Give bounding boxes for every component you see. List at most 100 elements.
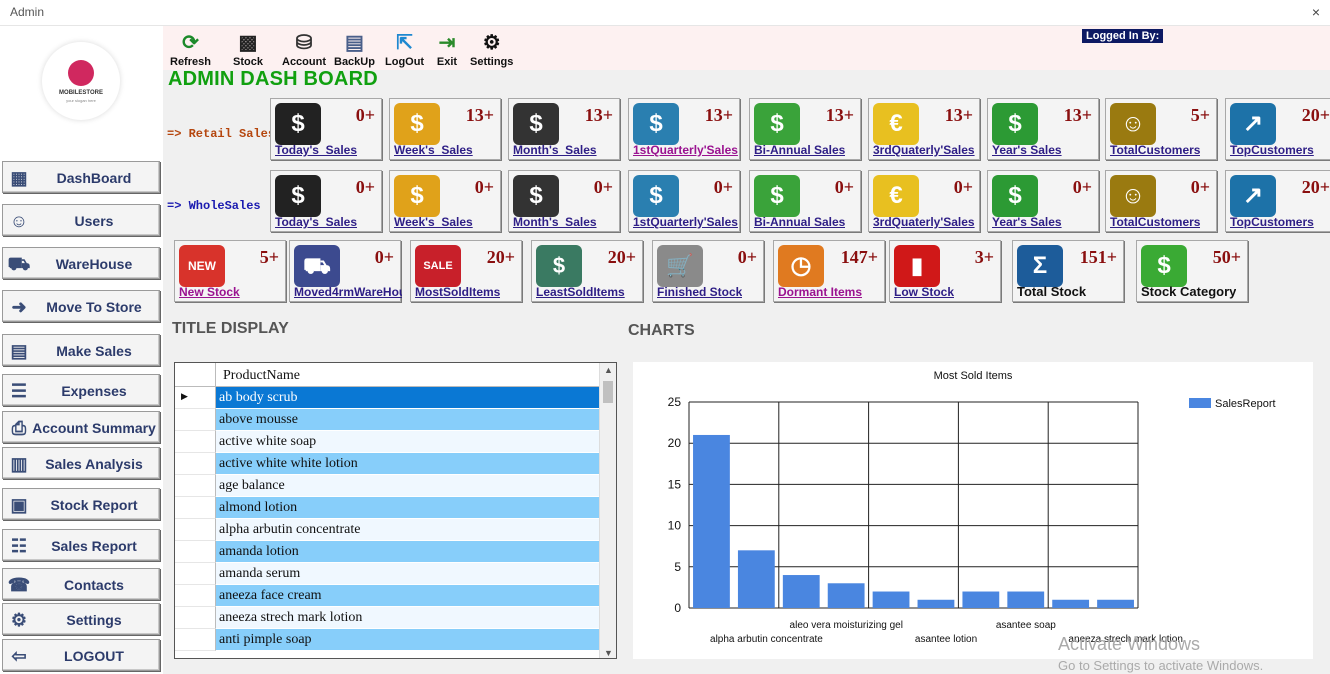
product-name-cell[interactable]: age balance (216, 475, 601, 497)
wholesale-week-s-sales-tile[interactable]: $0+ Week's_Sales (389, 170, 501, 232)
stock-stock-category-tile[interactable]: $50+ Stock Category (1136, 240, 1248, 302)
toolbar-logout-button[interactable]: ⇱ LogOut (385, 30, 424, 68)
table-row[interactable]: aneeza face cream (175, 585, 601, 607)
tile-label[interactable]: 3rdQuaterly'Sales (873, 215, 975, 229)
retail-bi-annual-sales-tile[interactable]: $13+ Bi-Annual Sales (749, 98, 861, 160)
wholesale-3rdquaterly-sales-tile[interactable]: €0+ 3rdQuaterly'Sales (868, 170, 980, 232)
product-name-cell[interactable]: aneeza strech mark lotion (216, 607, 601, 629)
wholesale-year-s-sales-tile[interactable]: $0+ Year's Sales (987, 170, 1099, 232)
row-header[interactable] (175, 431, 216, 453)
nav-make-sales-button[interactable]: ▤ Make Sales (2, 334, 160, 366)
tile-label[interactable]: Finished Stock (657, 285, 742, 299)
tile-label[interactable]: Dormant Items (778, 285, 862, 299)
table-row[interactable]: almond lotion (175, 497, 601, 519)
tile-label[interactable]: Year's Sales (992, 215, 1062, 229)
row-header[interactable] (175, 585, 216, 607)
tile-label[interactable]: TotalCustomers (1110, 215, 1200, 229)
close-icon[interactable]: × (1306, 2, 1326, 22)
tile-label[interactable]: Today's_Sales (275, 215, 357, 229)
row-header[interactable] (175, 497, 216, 519)
tile-label[interactable]: Week's_Sales (394, 215, 473, 229)
tile-label[interactable]: Month's_Sales (513, 143, 597, 157)
row-header[interactable] (175, 541, 216, 563)
product-grid[interactable]: ProductName ▶ ab body scrub above mousse ac… (174, 362, 617, 659)
product-name-cell[interactable]: amanda serum (216, 563, 601, 585)
toolbar-account-button[interactable]: ⛁ Account (282, 30, 326, 68)
table-row[interactable]: above mousse (175, 409, 601, 431)
row-header[interactable] (175, 453, 216, 475)
stock-dormant-items-tile[interactable]: ◷ 147+ Dormant Items (773, 240, 885, 302)
scroll-thumb[interactable] (603, 381, 613, 403)
table-row[interactable]: amanda serum (175, 563, 601, 585)
scroll-down-icon[interactable]: ▼ (604, 648, 613, 658)
nav-dashboard-button[interactable]: ▦ DashBoard (2, 161, 160, 193)
toolbar-exit-button[interactable]: ⇥ Exit (432, 30, 462, 68)
tile-label[interactable]: 3rdQuaterly'Sales (873, 143, 975, 157)
nav-expenses-button[interactable]: ☰ Expenses (2, 374, 160, 406)
tile-label[interactable]: Year's Sales (992, 143, 1062, 157)
row-header[interactable] (175, 607, 216, 629)
table-row[interactable]: anti pimple soap (175, 629, 601, 651)
row-header[interactable]: ▶ (175, 387, 216, 409)
wholesale-totalcustomers-tile[interactable]: ☺ 0+ TotalCustomers (1105, 170, 1217, 232)
table-row[interactable]: alpha arbutin concentrate (175, 519, 601, 541)
toolbar-settings-button[interactable]: ⚙ Settings (470, 30, 513, 68)
retail-today-s-sales-tile[interactable]: $0+ Today's_Sales (270, 98, 382, 160)
product-name-cell[interactable]: active white soap (216, 431, 601, 453)
row-header[interactable] (175, 629, 216, 651)
product-name-cell[interactable]: above mousse (216, 409, 601, 431)
stock-mostsolditems-tile[interactable]: SALE 20+ MostSoldItems (410, 240, 522, 302)
tile-label[interactable]: 1stQuarterly'Sales (633, 215, 738, 229)
nav-warehouse-button[interactable]: ⛟ WareHouse (2, 247, 160, 279)
product-name-cell[interactable]: ab body scrub (216, 387, 601, 409)
product-name-cell[interactable]: aneeza face cream (216, 585, 601, 607)
wholesale-topcustomers-tile[interactable]: ↗ 20+ TopCustomers (1225, 170, 1330, 232)
tile-label[interactable]: LeastSoldItems (536, 285, 625, 299)
product-name-cell[interactable]: alpha arbutin concentrate (216, 519, 601, 541)
row-header[interactable] (175, 563, 216, 585)
nav-stock-report-button[interactable]: ▣ Stock Report (2, 488, 160, 520)
tile-label[interactable]: TopCustomers (1230, 215, 1314, 229)
retail-week-s-sales-tile[interactable]: $13+ Week's_Sales (389, 98, 501, 160)
nav-users-button[interactable]: ☺ Users (2, 204, 160, 236)
row-header[interactable] (175, 409, 216, 431)
retail-1stquarterly-sales-tile[interactable]: $13+ 1stQuarterly'Sales (628, 98, 740, 160)
table-row[interactable]: active white white lotion (175, 453, 601, 475)
product-name-cell[interactable]: active white white lotion (216, 453, 601, 475)
stock-low-stock-tile[interactable]: ▮ 3+ Low Stock (889, 240, 1001, 302)
nav-logout-button[interactable]: ⇦ LOGOUT (2, 639, 160, 671)
table-row[interactable]: age balance (175, 475, 601, 497)
tile-label[interactable]: 1stQuarterly'Sales (633, 143, 738, 157)
tile-label[interactable]: Week's_Sales (394, 143, 473, 157)
toolbar-backup-button[interactable]: ▤ BackUp (334, 30, 375, 68)
product-name-cell[interactable]: anti pimple soap (216, 629, 601, 651)
tile-label[interactable]: MostSoldItems (415, 285, 500, 299)
wholesale-bi-annual-sales-tile[interactable]: $0+ Bi-Annual Sales (749, 170, 861, 232)
product-name-cell[interactable]: almond lotion (216, 497, 601, 519)
tile-label[interactable]: Month's_Sales (513, 215, 597, 229)
stock-moved4rmwarehous-tile[interactable]: ⛟ 0+ Moved4rmWareHous (289, 240, 402, 302)
tile-label[interactable]: Bi-Annual Sales (754, 143, 845, 157)
toolbar-stock-button[interactable]: ▩ Stock (233, 30, 263, 68)
grid-scrollbar[interactable]: ▲ ▼ (599, 363, 616, 658)
nav-sales-report-button[interactable]: ☷ Sales Report (2, 529, 160, 561)
stock-new-stock-tile[interactable]: NEW 5+ New Stock (174, 240, 286, 302)
retail-topcustomers-tile[interactable]: ↗ 20+ TopCustomers (1225, 98, 1330, 160)
tile-label[interactable]: TotalCustomers (1110, 143, 1200, 157)
tile-label[interactable]: Stock Category (1141, 284, 1236, 299)
retail-totalcustomers-tile[interactable]: ☺ 5+ TotalCustomers (1105, 98, 1217, 160)
product-name-cell[interactable]: amanda lotion (216, 541, 601, 563)
table-row[interactable]: active white soap (175, 431, 601, 453)
stock-total-stock-tile[interactable]: Σ 151+ Total Stock (1012, 240, 1124, 302)
table-row[interactable]: aneeza strech mark lotion (175, 607, 601, 629)
tile-label[interactable]: New Stock (179, 285, 240, 299)
wholesale-today-s-sales-tile[interactable]: $0+ Today's_Sales (270, 170, 382, 232)
nav-contacts-button[interactable]: ☎ Contacts (2, 568, 160, 600)
tile-label[interactable]: TopCustomers (1230, 143, 1314, 157)
table-row[interactable]: amanda lotion (175, 541, 601, 563)
wholesale-1stquarterly-sales-tile[interactable]: $0+ 1stQuarterly'Sales (628, 170, 740, 232)
tile-label[interactable]: Low Stock (894, 285, 954, 299)
row-header[interactable] (175, 519, 216, 541)
nav-sales-analysis-button[interactable]: ▥ Sales Analysis (2, 447, 160, 479)
nav-account-summary-button[interactable]: ⎙ Account Summary (2, 411, 160, 443)
